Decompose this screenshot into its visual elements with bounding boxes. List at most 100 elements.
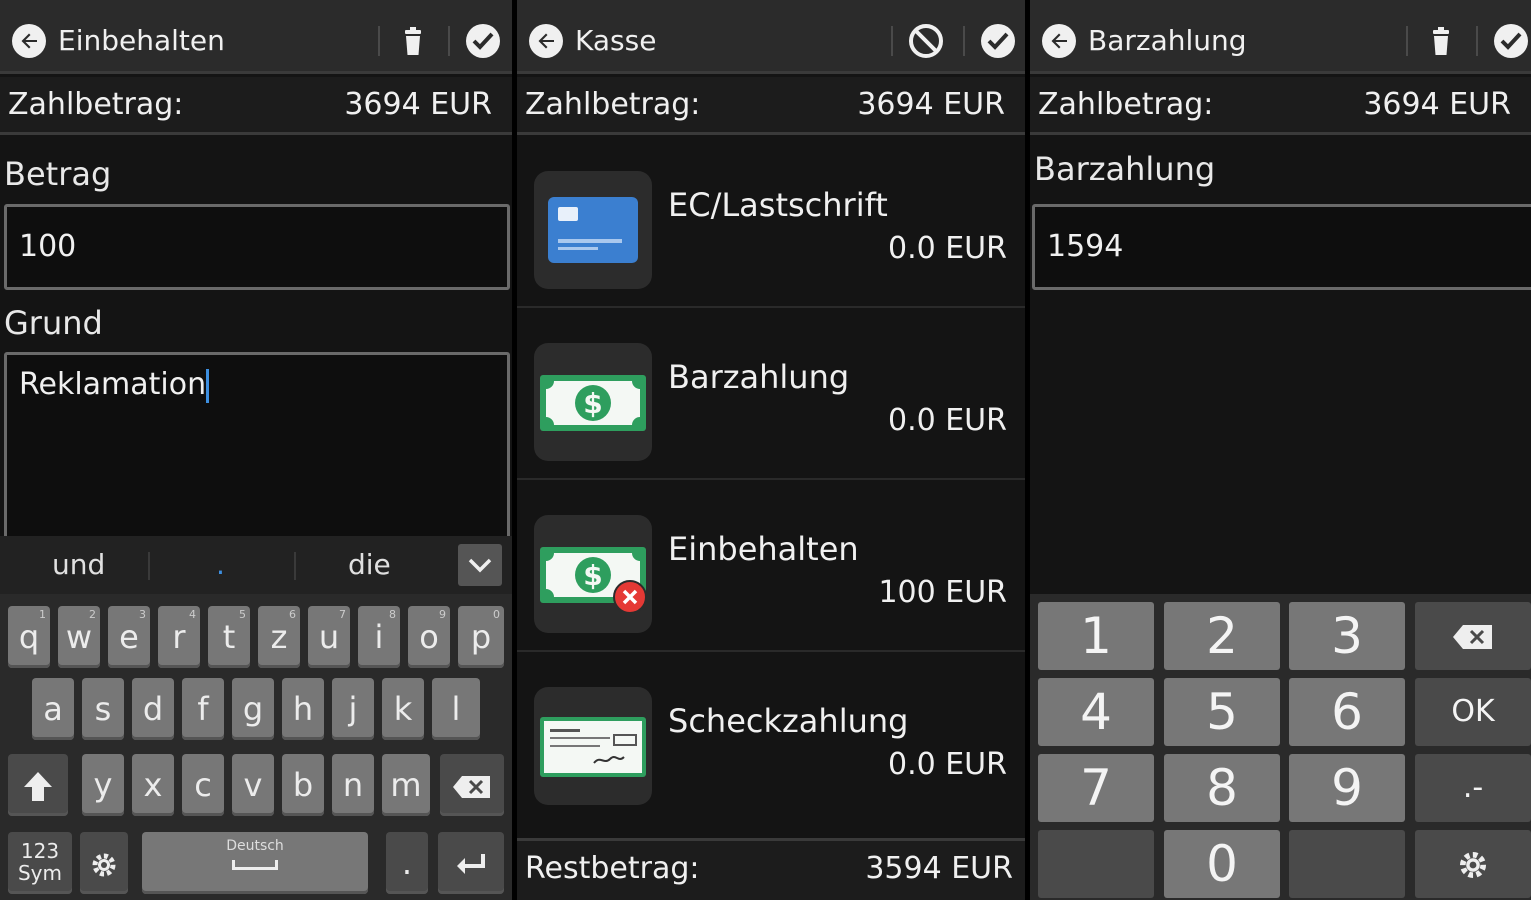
key-1[interactable]: 1 [1038,602,1154,670]
key-y[interactable]: y [82,754,124,816]
key-a[interactable]: a [32,678,74,740]
period-key[interactable]: . [386,832,428,894]
key-x[interactable]: x [132,754,174,816]
key-s[interactable]: s [82,678,124,740]
check-icon[interactable] [1492,22,1530,60]
suggestion-3[interactable]: die [348,548,391,581]
panel-einbehalten: Einbehalten Zahlbetrag: 3694 EUR Betrag … [0,0,512,900]
key-k[interactable]: k [382,678,424,740]
key-3[interactable]: 3 [1289,602,1405,670]
key-7[interactable]: 7 [1038,754,1154,822]
chevron-down-icon[interactable] [458,544,502,586]
key-5[interactable]: 5 [1164,678,1280,746]
suggestion-2[interactable]: . [216,548,225,581]
divider [891,26,893,56]
cancel-icon[interactable] [907,22,945,60]
cash-icon: $ [534,343,652,461]
key-c[interactable]: c [182,754,224,816]
key-z[interactable]: 6z [258,606,300,668]
key-u[interactable]: 7u [308,606,350,668]
enter-key[interactable] [438,832,504,894]
zahlbetrag-row: Zahlbetrag: 3694 EUR [517,77,1025,135]
key-w[interactable]: 2w [58,606,100,668]
payment-method-value: 100 EUR [878,575,1007,610]
key-8[interactable]: 8 [1164,754,1280,822]
divider [148,552,150,580]
cheque-icon [534,687,652,805]
payment-method-row[interactable]: Scheckzahlung 0.0 EUR [517,654,1025,824]
check-icon[interactable] [979,22,1017,60]
key-n[interactable]: n [332,754,374,816]
trash-icon[interactable] [394,22,432,60]
key-b[interactable]: b [282,754,324,816]
payment-method-row[interactable]: $ Einbehalten 100 EUR [517,482,1025,652]
divider [448,26,450,56]
key-l[interactable]: l [432,678,480,740]
backspace-key[interactable] [440,754,504,816]
barzahlung-input[interactable]: 1594 [1032,204,1531,290]
backspace-key[interactable] [1415,602,1531,670]
key-9[interactable]: 9 [1289,754,1405,822]
key-h[interactable]: h [282,678,324,740]
betrag-input[interactable]: 100 [4,204,510,290]
zahlbetrag-label: Zahlbetrag: [525,87,701,122]
divider [1406,26,1408,56]
zahlbetrag-value: 3694 EUR [1363,87,1511,122]
svg-text:$: $ [583,387,602,420]
svg-text:$: $ [583,559,602,592]
divider [963,26,965,56]
key-0[interactable]: 0 [1164,830,1280,898]
action-bar: Kasse [517,0,1025,74]
grund-input[interactable]: Reklamation [4,352,510,542]
gear-icon[interactable] [1415,830,1531,898]
symbols-key[interactable]: 123 Sym [8,832,72,894]
zahlbetrag-row: Zahlbetrag: 3694 EUR [1030,77,1531,135]
key-6[interactable]: 6 [1289,678,1405,746]
keyboard: 1q 2w 3e 4r 5t 6z 7u 8i 9o 0p a s d f g … [0,594,512,900]
key-p[interactable]: 0p [458,606,504,668]
blank-key [1038,830,1154,898]
payment-method-row[interactable]: $ Barzahlung 0.0 EUR [517,310,1025,480]
ok-key[interactable]: OK [1415,678,1531,746]
zahlbetrag-value: 3694 EUR [344,87,492,122]
key-e[interactable]: 3e [108,606,150,668]
check-icon[interactable] [464,22,502,60]
panel-kasse: Kasse Zahlbetrag: 3694 EUR EC/Lastschrif… [517,0,1025,900]
key-i[interactable]: 8i [358,606,400,668]
payment-method-row[interactable]: EC/Lastschrift 0.0 EUR [517,138,1025,308]
zahlbetrag-row: Zahlbetrag: 3694 EUR [0,77,512,135]
restbetrag-label: Restbetrag: [525,851,700,886]
payment-method-name: Einbehalten [668,530,859,568]
gear-icon[interactable] [80,832,128,894]
key-j[interactable]: j [332,678,374,740]
numpad: 1 2 3 4 5 6 OK 7 8 9 .- 0 [1030,594,1531,900]
suggestion-1[interactable]: und [52,548,105,581]
panel-barzahlung: Barzahlung Zahlbetrag: 3694 EUR Barzahlu… [1030,0,1531,900]
key-m[interactable]: m [382,754,430,816]
cash-withheld-icon: $ [534,515,652,633]
grund-label: Grund [4,304,103,342]
key-v[interactable]: v [232,754,274,816]
key-q[interactable]: 1q [8,606,50,668]
key-4[interactable]: 4 [1038,678,1154,746]
restbetrag-value: 3594 EUR [865,851,1013,886]
page-title: Barzahlung [1088,24,1247,57]
back-arrow-icon[interactable] [529,24,563,58]
key-r[interactable]: 4r [158,606,200,668]
back-arrow-icon[interactable] [1042,24,1076,58]
key-f[interactable]: f [182,678,224,740]
divider [1476,26,1478,56]
back-arrow-icon[interactable] [12,24,46,58]
restbetrag-row: Restbetrag: 3594 EUR [517,838,1025,900]
space-key[interactable]: Deutsch [142,832,368,894]
key-2[interactable]: 2 [1164,602,1280,670]
key-t[interactable]: 5t [208,606,250,668]
action-bar: Barzahlung [1030,0,1531,74]
minus-key[interactable]: .- [1415,754,1531,822]
shift-key[interactable] [8,754,68,816]
key-d[interactable]: d [132,678,174,740]
key-o[interactable]: 9o [408,606,450,668]
key-g[interactable]: g [232,678,274,740]
payment-method-name: EC/Lastschrift [668,186,888,224]
trash-icon[interactable] [1422,22,1460,60]
